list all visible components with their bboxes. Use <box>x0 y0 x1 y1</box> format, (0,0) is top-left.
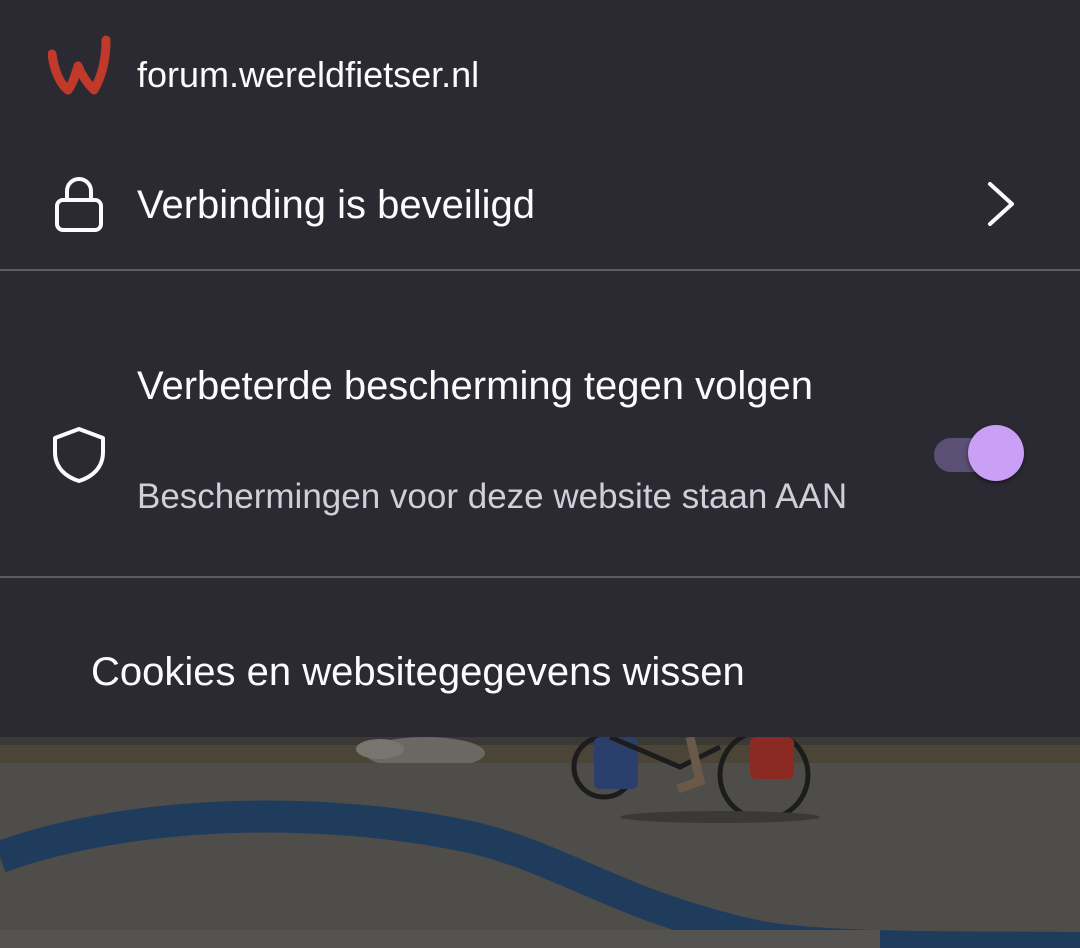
connection-security-label: Verbinding is beveiligd <box>137 183 536 227</box>
tracking-protection-title: Verbeterde bescherming tegen volgen <box>137 364 814 408</box>
site-domain: forum.wereldfietser.nl <box>137 54 480 95</box>
tracking-protection-toggle[interactable] <box>934 425 1024 481</box>
chevron-right-icon <box>988 182 1014 226</box>
tracking-protection-row <box>0 272 1080 576</box>
wereldfietser-logo <box>48 35 111 95</box>
divider <box>0 576 1080 578</box>
background-photo <box>0 737 1080 948</box>
site-info-panel: forum.wereldfietser.nl Verbinding is bev… <box>0 0 1080 737</box>
divider <box>0 269 1080 271</box>
clear-cookies-label: Cookies en websitegegevens wissen <box>91 650 745 694</box>
background-webpage <box>0 737 1080 948</box>
lock-icon <box>55 177 103 232</box>
screen: forum.wereldfietser.nl Verbinding is bev… <box>0 0 1080 948</box>
tracking-protection-status: Beschermingen voor deze website staan AA… <box>137 477 848 516</box>
shield-icon <box>53 427 105 483</box>
toggle-thumb <box>968 425 1024 481</box>
